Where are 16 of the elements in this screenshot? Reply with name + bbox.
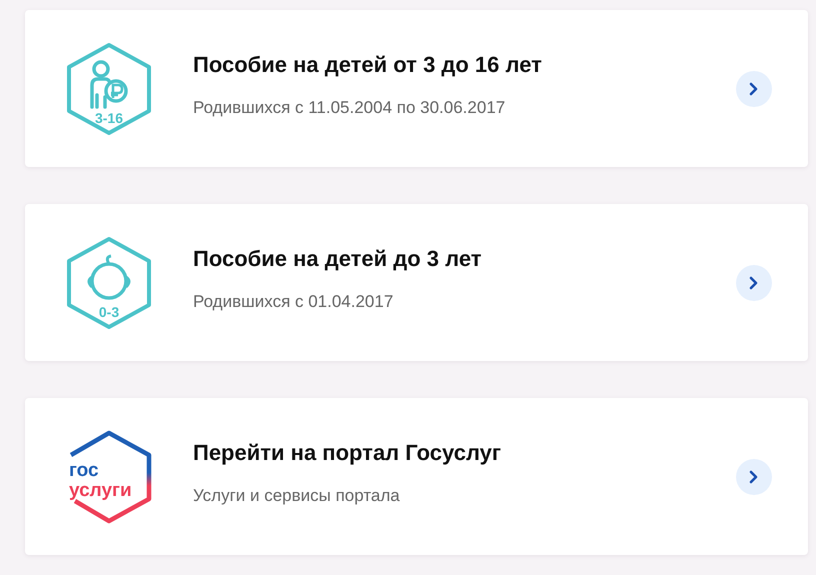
open-button[interactable] [736,264,772,300]
card-title: Пособие на детей от 3 до 16 лет [193,52,543,78]
service-card[interactable]: 0-3 Пособие на детей до 3 лет Родившихся с 01.04.2017 [25,204,808,361]
chevron-right-icon [749,276,759,290]
card-title: Пособие на детей до 3 лет [193,246,483,272]
service-card[interactable]: гос услуги Перейти на портал Госуслуг Услуги и сервисы портала [25,398,808,555]
open-button[interactable] [736,458,772,494]
card-title: Перейти на портал Госуслуг [193,440,502,466]
gosuslugi-logo: гос услуги [61,428,157,524]
chevron-right-icon [749,470,759,484]
card-subtitle: Родившихся с 01.04.2017 [193,292,394,312]
chevron-right-icon [749,82,759,96]
card-subtitle: Родившихся с 11.05.2004 по 30.06.2017 [193,98,506,118]
card-subtitle: Услуги и сервисы портала [193,486,401,506]
open-button[interactable] [736,70,772,106]
service-card[interactable]: 3-16 Пособие на детей от 3 до 16 лет Родившихся с 11.05.2004 по 30.06.2017 [25,10,808,167]
